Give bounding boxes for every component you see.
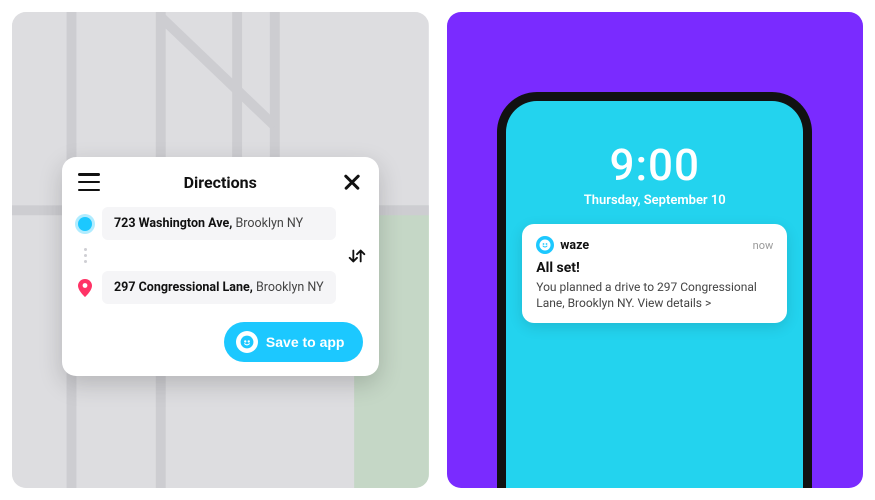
connector-row [78,246,336,265]
notification-app-name: waze [560,238,589,253]
origin-city: Brooklyn NY [235,216,303,231]
notification-time: now [753,239,774,252]
lock-screen-clock: 9:00 [522,139,787,191]
card-header: Directions [78,171,363,193]
destination-row: 297 Congressional Lane, Brooklyn NY [78,271,336,304]
origin-marker-icon [78,217,92,231]
origin-field[interactable]: 723 Washington Ave, Brooklyn NY [102,207,336,240]
destination-city: Brooklyn NY [256,280,324,295]
origin-street: 723 Washington Ave, [114,216,232,231]
map-panel: Directions 723 Washington Ave, Brooklyn … [12,12,429,488]
notification-body: You planned a drive to 297 Congressional… [536,279,773,311]
swap-icon[interactable] [346,245,368,267]
directions-card: Directions 723 Washington Ave, Brooklyn … [62,157,379,376]
card-title: Directions [184,173,257,192]
phone-panel: 9:00 Thursday, September 10 wa [447,12,864,488]
destination-field[interactable]: 297 Congressional Lane, Brooklyn NY [102,271,336,304]
origin-row: 723 Washington Ave, Brooklyn NY [78,207,336,240]
lock-screen-date: Thursday, September 10 [522,193,787,208]
notification-title: All set! [536,260,773,276]
locations-list: 723 Washington Ave, Brooklyn NY [78,207,336,304]
notification-card[interactable]: waze now All set! You planned a drive to… [522,224,787,323]
menu-icon[interactable] [78,173,100,191]
notification-app: waze [536,236,589,254]
destination-street: 297 Congressional Lane, [114,280,253,295]
close-icon[interactable] [341,171,363,193]
save-to-app-label: Save to app [266,334,345,350]
waze-app-icon [536,236,554,254]
route-connector-icon [78,246,92,265]
destination-marker-icon [78,279,92,297]
save-to-app-icon [236,331,258,353]
phone-frame: 9:00 Thursday, September 10 wa [497,92,812,488]
save-to-app-button[interactable]: Save to app [224,322,363,362]
